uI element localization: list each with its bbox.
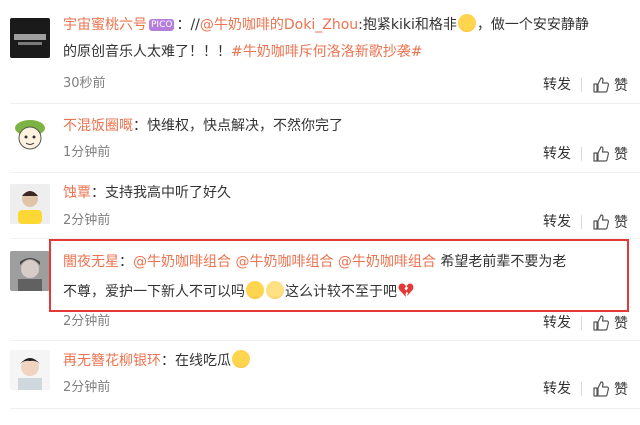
divider	[581, 316, 582, 330]
repost-button[interactable]: 转发	[543, 380, 571, 398]
username[interactable]: 蚀覃	[63, 185, 91, 201]
crying-emoji-icon	[246, 281, 264, 299]
username[interactable]: 不混饭圈嘅	[63, 118, 133, 134]
divider	[581, 78, 582, 92]
comment-text: 再无簪花柳银环：在线吃瓜	[63, 350, 251, 371]
pleading-emoji-icon	[266, 281, 284, 299]
crying-emoji-icon	[457, 14, 476, 32]
repost-button[interactable]: 转发	[543, 213, 571, 231]
like-button[interactable]: 赞	[592, 313, 628, 333]
comment-text: 宇宙蜜桃六号 PICO ：//@牛奶咖啡的Doki_Zhou:抱紧kiki和格非 ，做…	[63, 14, 589, 35]
thumbs-up-icon	[593, 77, 610, 93]
comment-actions: 转发 赞	[543, 212, 628, 232]
thumbs-up-icon	[593, 315, 610, 331]
comment-actions: 转发 赞	[543, 144, 628, 164]
thumbs-up-icon	[593, 214, 610, 230]
comment-actions: 转发 赞	[543, 313, 628, 333]
thumbs-up-icon	[593, 381, 610, 397]
like-button[interactable]: 赞	[592, 212, 628, 232]
comment-text: 不混饭圈嘅：快维权，快点解决，不然你完了	[63, 118, 343, 134]
username[interactable]: 宇宙蜜桃六号	[63, 17, 147, 33]
mention-link[interactable]: @牛奶咖啡的Doki_Zhou	[200, 17, 358, 33]
timestamp: 30秒前	[63, 76, 106, 91]
divider	[10, 340, 640, 341]
avatar[interactable]	[10, 116, 50, 156]
username[interactable]: 再无簪花柳银环	[63, 353, 161, 369]
comment-actions: 转发 赞	[543, 75, 628, 95]
avatar[interactable]	[10, 184, 50, 224]
repost-button[interactable]: 转发	[543, 76, 571, 94]
thumbs-up-icon	[593, 146, 610, 162]
repost-button[interactable]: 转发	[543, 314, 571, 332]
timestamp: 2分钟前	[63, 314, 111, 329]
like-button[interactable]: 赞	[592, 75, 628, 95]
divider	[10, 103, 640, 104]
divider	[10, 172, 640, 173]
repost-button[interactable]: 转发	[543, 145, 571, 163]
comment-text-continued: 的原创音乐人太难了！！！#牛奶咖啡斥何洛洛新歌抄袭#	[63, 44, 423, 60]
comment-actions: 转发 赞	[543, 379, 628, 399]
timestamp: 1分钟前	[63, 145, 111, 160]
avatar[interactable]	[10, 18, 50, 58]
timestamp: 2分钟前	[63, 213, 111, 228]
divider	[10, 238, 640, 239]
broken-heart-icon	[397, 281, 415, 305]
username[interactable]: 闇夜无星	[63, 254, 119, 270]
comment-text: 闇夜无星：@牛奶咖啡组合 @牛奶咖啡组合 @牛奶咖啡组合 希望老前辈不要为老	[63, 254, 567, 270]
divider	[10, 408, 640, 409]
divider	[581, 215, 582, 229]
mention-link[interactable]: @牛奶咖啡组合	[133, 254, 231, 270]
like-button[interactable]: 赞	[592, 144, 628, 164]
like-button[interactable]: 赞	[592, 379, 628, 399]
avatar[interactable]	[10, 350, 50, 390]
comment-text: 蚀覃：支持我高中听了好久	[63, 185, 231, 201]
savoring-emoji-icon	[232, 350, 250, 368]
avatar[interactable]	[10, 251, 50, 291]
mention-link[interactable]: @牛奶咖啡组合	[235, 254, 333, 270]
member-badge: PICO	[149, 19, 175, 31]
mention-link[interactable]: @牛奶咖啡组合	[338, 254, 436, 270]
divider	[581, 147, 582, 161]
comment-text-continued: 不尊，爱护一下新人不可以吗 这么计较不至于吧	[63, 281, 415, 305]
divider	[581, 382, 582, 396]
timestamp: 2分钟前	[63, 380, 111, 395]
topic-link[interactable]: #牛奶咖啡斥何洛洛新歌抄袭#	[231, 44, 422, 60]
